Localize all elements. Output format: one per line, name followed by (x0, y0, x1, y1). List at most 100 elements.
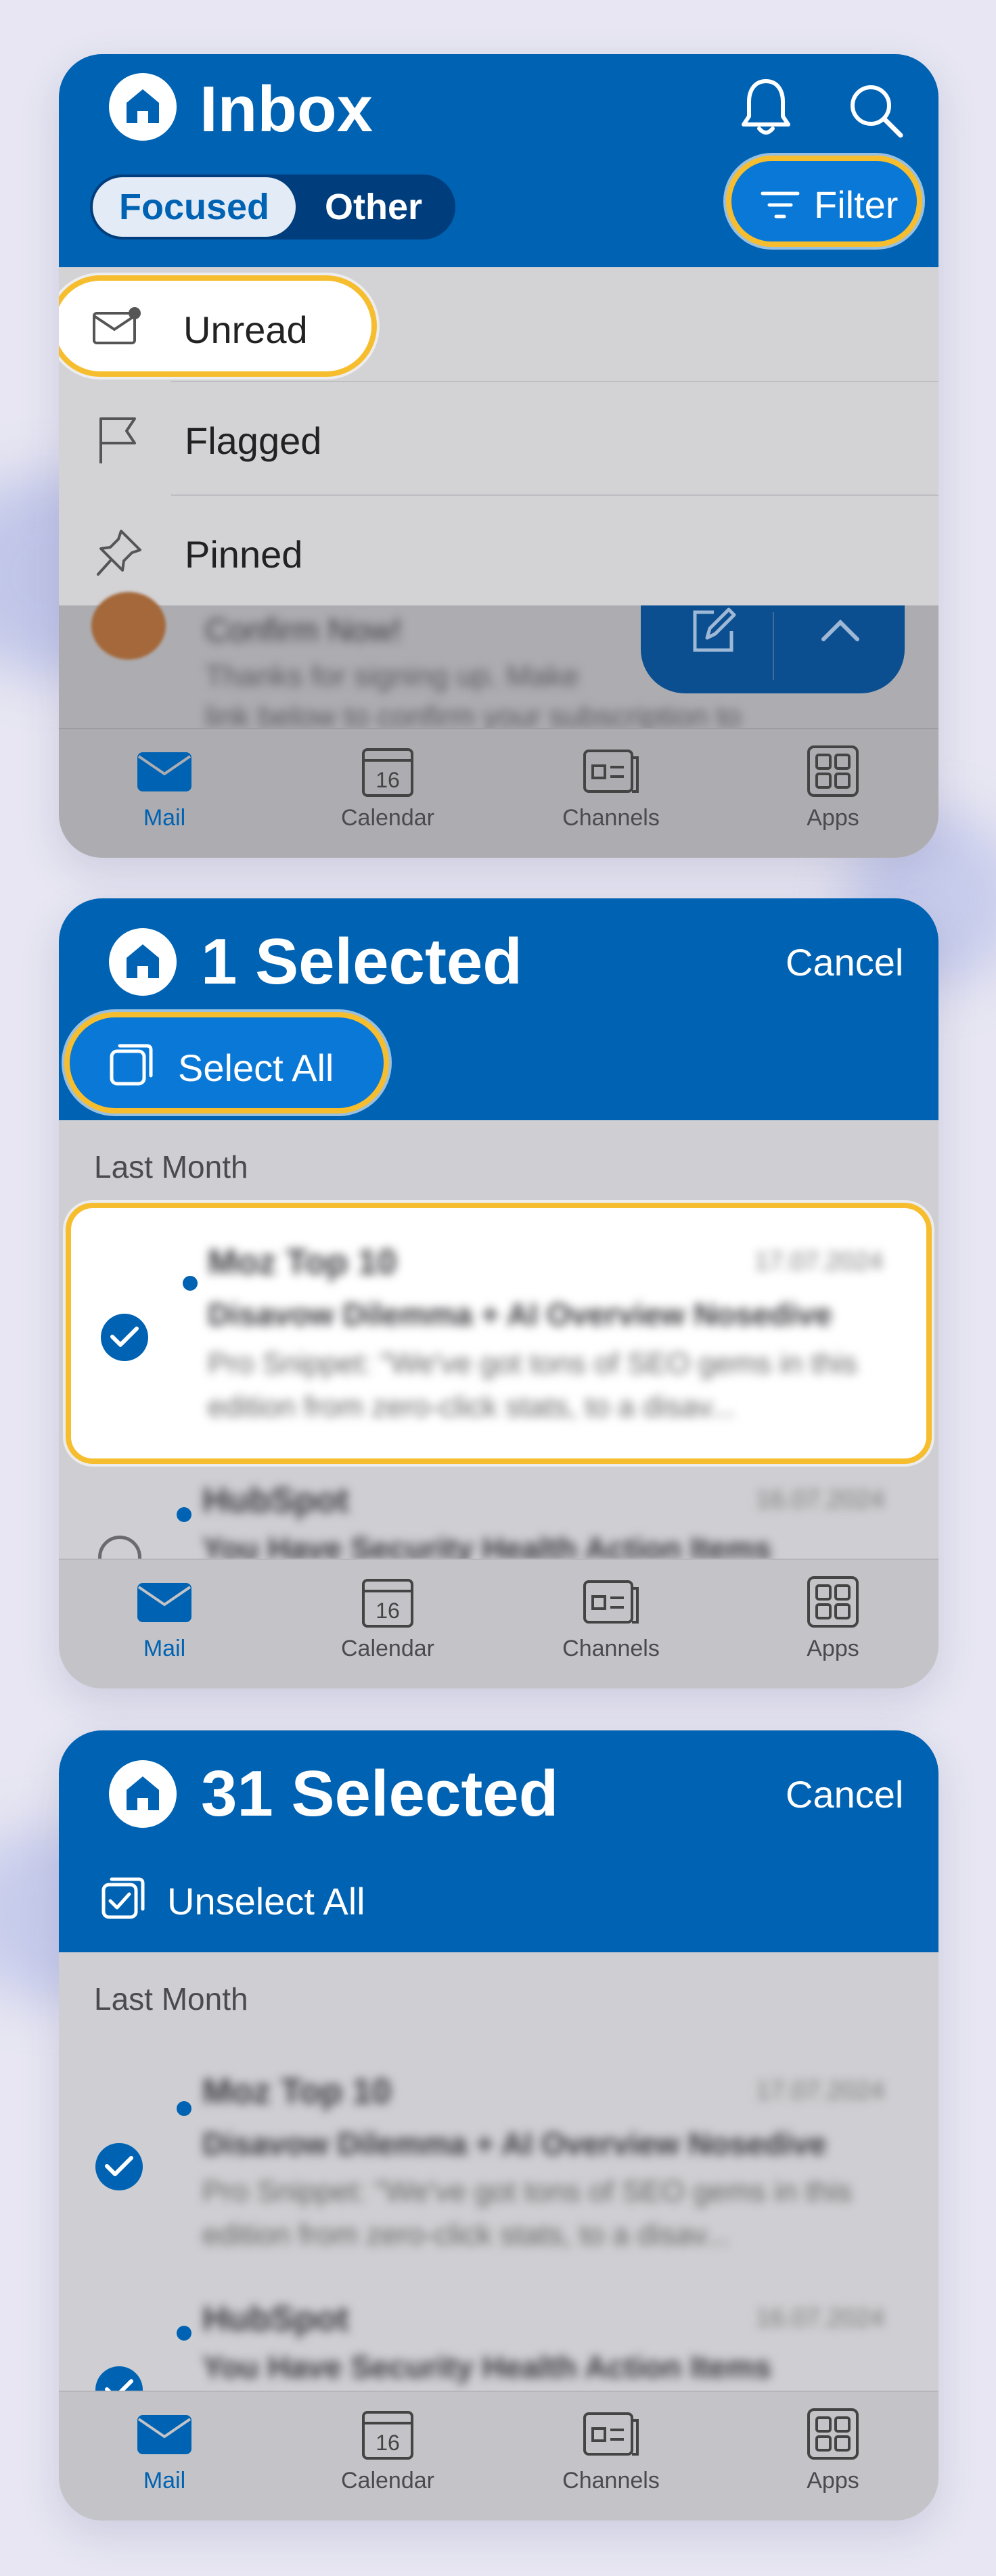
calendar-day: 16 (376, 1598, 400, 1623)
email-preview: Pro Snippet: "We've got tons of SEO gems… (208, 1347, 857, 1423)
email-date: 16.07.2024 (756, 1486, 885, 1514)
filter-icon (761, 191, 800, 218)
flag-icon (99, 417, 136, 463)
nav-label: Apps (807, 1636, 859, 1661)
nav-label: Calendar (341, 2468, 434, 2493)
divider (171, 495, 938, 496)
nav-calendar[interactable]: 16 Calendar (320, 744, 455, 831)
select-all-button[interactable]: Select All (64, 1012, 389, 1113)
checked-circle-icon[interactable] (101, 1314, 148, 1361)
channels-icon (583, 2412, 639, 2456)
cancel-button[interactable]: Cancel (786, 1772, 903, 1816)
nav-label: Apps (807, 805, 859, 831)
inbox-filter-panel: Inbox Focused Other Filter Unread Flagge… (59, 54, 938, 858)
calendar-day: 16 (376, 768, 400, 792)
email-row-selected[interactable]: Moz Top 10 17.07.2024 Disavow Dilemma + … (66, 1203, 932, 1464)
nav-channels[interactable]: Channels (543, 744, 679, 831)
selection-header: 31 Selected Cancel Unselect All (59, 1730, 938, 1952)
nav-label: Apps (807, 2468, 859, 2493)
nav-label: Channels (562, 2468, 660, 2493)
filter-option-label: Flagged (185, 419, 322, 462)
nav-channels[interactable]: Channels (543, 2407, 679, 2494)
email-row[interactable]: HubSpot 16.07.2024 You Have Security Hea… (59, 1473, 938, 1579)
filter-option-unread[interactable]: Unread (59, 275, 377, 377)
cancel-button[interactable]: Cancel (786, 940, 903, 984)
filter-button[interactable]: Filter (726, 156, 922, 247)
email-row-selected[interactable]: HubSpot 16.07.2024 You Have Security Hea… (59, 2299, 938, 2414)
divider (171, 381, 938, 382)
compose-icon (693, 607, 736, 652)
email-date: 17.07.2024 (756, 2077, 885, 2105)
email-sender: Moz Top 10 (208, 1243, 397, 1282)
select-one-panel: 1 Selected Cancel Select All Last Month … (59, 898, 938, 1688)
unread-dot (183, 1276, 198, 1291)
channels-icon (583, 750, 639, 793)
nav-label: Calendar (341, 1636, 434, 1661)
calendar-icon: 16 (362, 748, 413, 797)
filter-option-label: Pinned (185, 533, 303, 576)
nav-mail[interactable]: Mail (97, 1575, 232, 1662)
search-icon[interactable] (845, 80, 906, 144)
channels-icon (583, 1580, 639, 1624)
select-all-label: Select All (178, 1046, 334, 1089)
nav-apps[interactable]: Apps (765, 744, 901, 831)
nav-apps[interactable]: Apps (765, 1575, 901, 1662)
inbox-header: Inbox Focused Other Filter (59, 54, 938, 267)
tab-other[interactable]: Other (296, 177, 451, 237)
section-header: Last Month (94, 1149, 248, 1184)
filter-option-label: Unread (183, 308, 308, 351)
filter-option-flagged[interactable]: Flagged (59, 381, 938, 495)
mail-icon (137, 752, 191, 791)
home-icon[interactable] (109, 928, 177, 996)
apps-icon (807, 745, 859, 797)
unselect-all-label: Unselect All (167, 1880, 365, 1923)
unread-mail-icon (93, 307, 141, 344)
home-icon[interactable] (109, 73, 177, 141)
avatar (91, 592, 166, 660)
nav-label: Channels (562, 1636, 660, 1661)
checked-circle-icon[interactable] (95, 2143, 143, 2190)
email-row-selected[interactable]: Moz Top 10 17.07.2024 Disavow Dilemma + … (59, 2055, 938, 2272)
filter-option-pinned[interactable]: Pinned (59, 495, 938, 605)
chevron-up-icon[interactable] (817, 612, 864, 646)
nav-apps[interactable]: Apps (765, 2407, 901, 2494)
bottom-nav: Mail 16 Calendar Channels Apps (59, 2391, 938, 2521)
select-all-panel: 31 Selected Cancel Unselect All Last Mon… (59, 1730, 938, 2521)
page-title: Inbox (200, 73, 373, 145)
unselect-all-button[interactable]: Unselect All (99, 1866, 438, 1933)
email-sender: HubSpot (202, 2299, 349, 2339)
email-subject: Disavow Dilemma + AI Overview Nosedive (202, 2126, 827, 2161)
email-sender: Confirm Now! (205, 613, 402, 649)
nav-mail[interactable]: Mail (97, 744, 232, 831)
email-date: 16.07.2024 (756, 2304, 885, 2332)
compose-fab[interactable] (641, 605, 905, 693)
filter-label: Filter (814, 183, 899, 226)
mail-icon (137, 1583, 191, 1622)
divider (773, 612, 774, 680)
nav-channels[interactable]: Channels (543, 1575, 679, 1662)
unselect-all-icon (101, 1877, 145, 1919)
tab-focused[interactable]: Focused (93, 177, 296, 237)
page-title: 31 Selected (201, 1757, 559, 1830)
mail-icon (137, 2415, 191, 2454)
page-title: 1 Selected (201, 925, 522, 998)
pin-icon (97, 530, 141, 576)
bell-icon[interactable] (735, 74, 796, 143)
nav-calendar[interactable]: 16 Calendar (320, 1575, 455, 1662)
email-sender: HubSpot (202, 1481, 349, 1520)
nav-label: Channels (562, 805, 660, 831)
select-all-icon (110, 1044, 153, 1086)
email-sender: Moz Top 10 (202, 2072, 392, 2111)
calendar-day: 16 (376, 2431, 400, 2455)
calendar-icon: 16 (362, 2411, 413, 2460)
email-subject: Disavow Dilemma + AI Overview Nosedive (208, 1297, 832, 1332)
nav-mail[interactable]: Mail (97, 2407, 232, 2494)
calendar-icon: 16 (362, 1579, 413, 1628)
nav-label: Mail (143, 1636, 186, 1661)
apps-icon (807, 1576, 859, 1628)
home-icon[interactable] (109, 1760, 177, 1828)
nav-calendar[interactable]: 16 Calendar (320, 2407, 455, 2494)
apps-icon (807, 2408, 859, 2460)
mail-tab-switch: Focused Other (90, 175, 455, 239)
email-date: 17.07.2024 (754, 1247, 884, 1276)
